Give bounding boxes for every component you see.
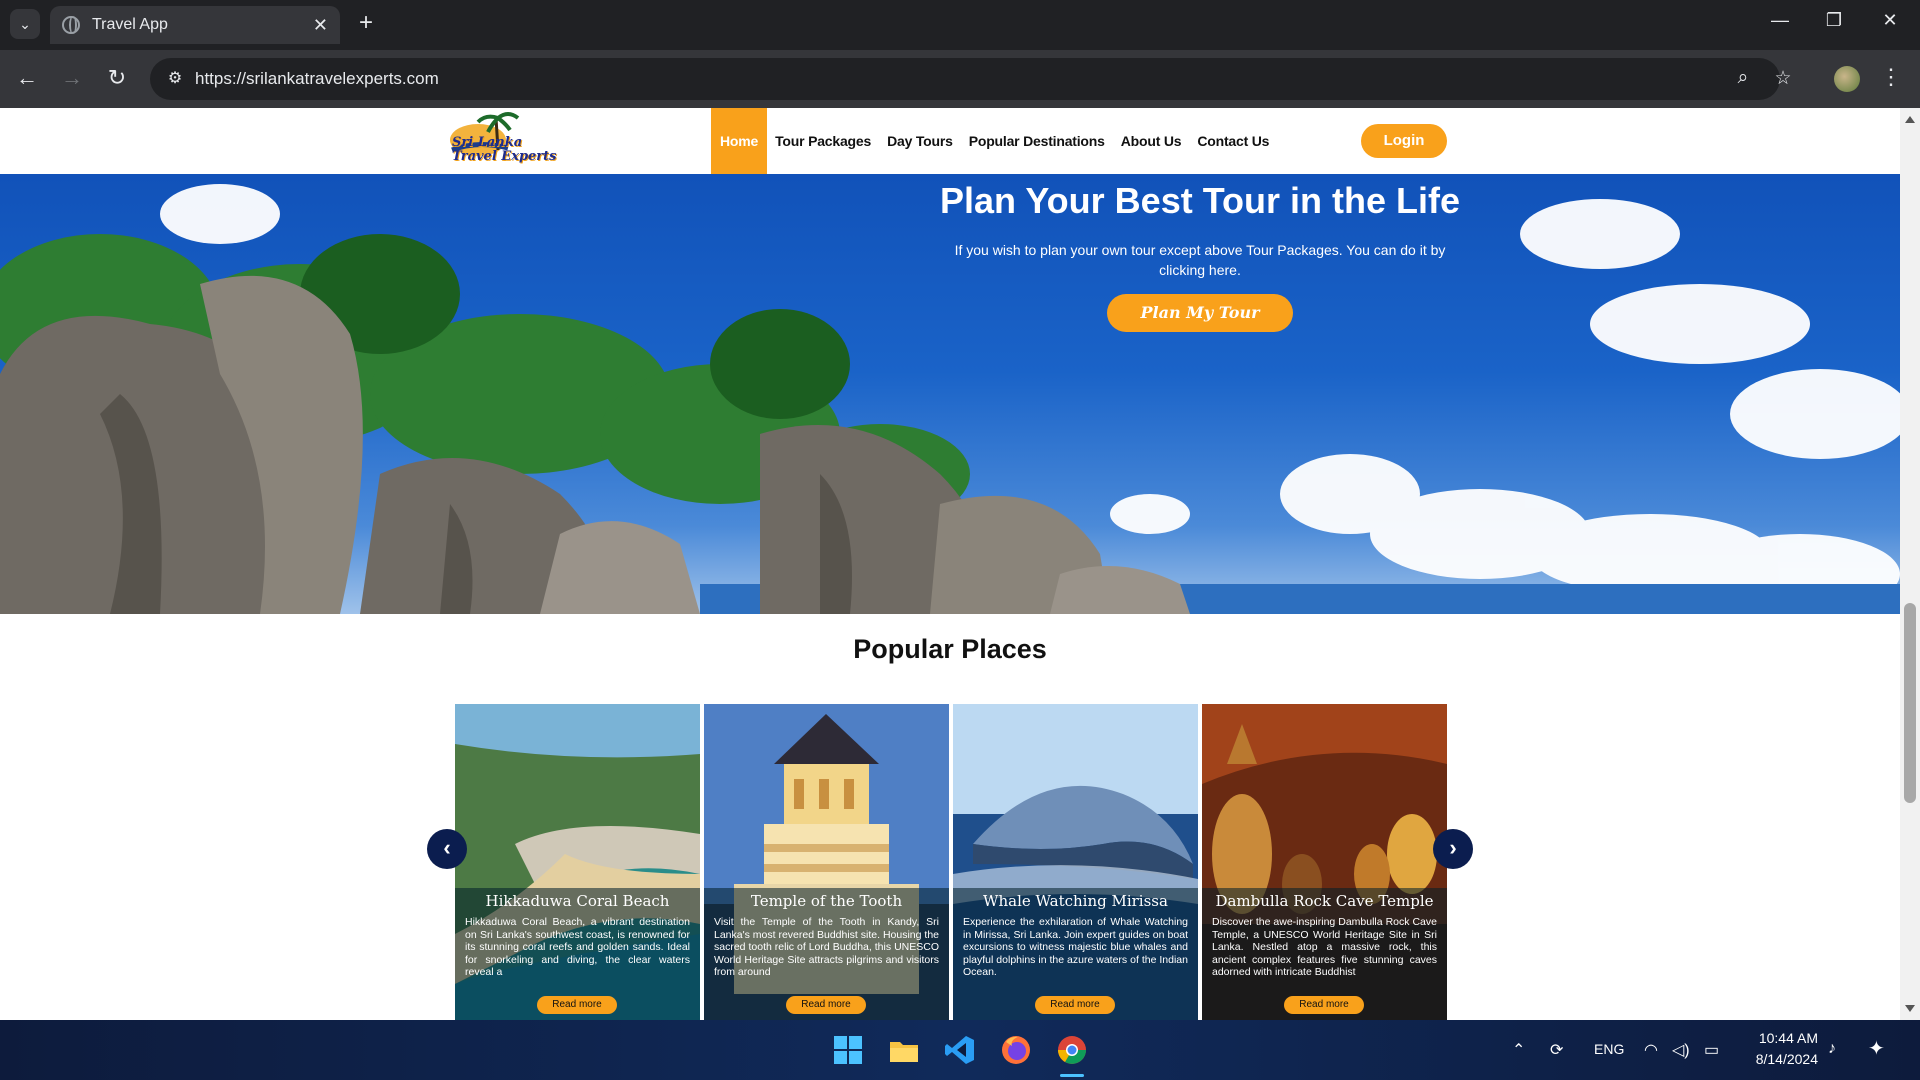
logo-line-1: Sri Lanka <box>452 135 523 150</box>
plan-my-tour-button[interactable]: Plan My Tour <box>1107 294 1293 332</box>
forward-button[interactable]: → <box>57 64 87 94</box>
chevron-up-icon[interactable]: ⌃ <box>1512 1040 1525 1060</box>
nav-tour-packages[interactable]: Tour Packages <box>767 108 879 174</box>
browser-toolbar: ← → ↻ ⚙ https://srilankatravelexperts.co… <box>0 50 1920 108</box>
profile-avatar[interactable] <box>1834 66 1860 92</box>
close-tab-icon[interactable]: ✕ <box>313 15 328 36</box>
place-card-dambulla[interactable]: Dambulla Rock Cave Temple Discover the a… <box>1202 704 1447 1020</box>
chrome-icon[interactable] <box>1056 1034 1088 1066</box>
chevron-right-icon: › <box>1449 835 1457 860</box>
language-indicator[interactable]: ENG <box>1594 1041 1624 1057</box>
hero-title: Plan Your Best Tour in the Life <box>939 180 1461 221</box>
wifi-icon[interactable]: ◠ <box>1644 1040 1658 1060</box>
zoom-icon[interactable]: ⌕ <box>1730 67 1756 91</box>
logo-line-2: Travel Experts <box>452 149 557 164</box>
scroll-up-arrow[interactable] <box>1905 116 1915 123</box>
windows-start-icon[interactable] <box>832 1034 864 1066</box>
close-window-button[interactable]: ✕ <box>1870 10 1910 31</box>
site-info-icon[interactable]: ⚙ <box>164 68 186 90</box>
sync-icon[interactable]: ⟳ <box>1550 1040 1563 1060</box>
main-nav: Home Tour Packages Day Tours Popular Des… <box>711 108 1277 174</box>
read-more-button[interactable]: Read more <box>1284 996 1364 1014</box>
clock-date[interactable]: 8/14/2024 <box>1740 1051 1818 1067</box>
card-description: Hikkaduwa Coral Beach, a vibrant destina… <box>465 916 690 978</box>
scroll-down-arrow[interactable] <box>1905 1005 1915 1012</box>
place-card-whale-watching[interactable]: Whale Watching Mirissa Experience the ex… <box>953 704 1198 1020</box>
address-bar[interactable]: ⚙ https://srilankatravelexperts.com ⌕ ☆ <box>150 58 1792 100</box>
notification-bell-icon[interactable]: ♪ <box>1828 1040 1836 1058</box>
card-title: Temple of the Tooth <box>750 892 903 910</box>
scroll-thumb[interactable] <box>1904 603 1916 803</box>
site-header: Sri Lanka Travel Experts Home Tour Packa… <box>0 108 1900 174</box>
new-tab-button[interactable]: + <box>352 10 380 38</box>
bookmark-star-icon[interactable]: ☆ <box>1770 67 1796 91</box>
nav-day-tours[interactable]: Day Tours <box>879 108 961 174</box>
page-viewport: Sri Lanka Travel Experts Home Tour Packa… <box>0 108 1900 1020</box>
card-title: Hikkaduwa Coral Beach <box>485 892 670 910</box>
volume-icon[interactable]: ◁) <box>1672 1040 1690 1060</box>
logo-text: Sri Lanka Travel Experts <box>452 136 556 164</box>
login-button[interactable]: Login <box>1361 124 1447 158</box>
globe-icon <box>62 16 80 34</box>
nav-home[interactable]: Home <box>711 108 768 174</box>
card-title: Dambulla Rock Cave Temple <box>1215 892 1434 910</box>
read-more-button[interactable]: Read more <box>786 996 866 1014</box>
browser-menu-icon[interactable]: ⋮ <box>1880 64 1902 90</box>
page-scrollbar[interactable] <box>1900 108 1920 1020</box>
read-more-button[interactable]: Read more <box>1035 996 1115 1014</box>
read-more-button[interactable]: Read more <box>537 996 617 1014</box>
carousel-next-button[interactable]: › <box>1433 829 1473 869</box>
address-url[interactable]: https://srilankatravelexperts.com <box>195 69 439 89</box>
firefox-icon[interactable] <box>1000 1034 1032 1066</box>
nav-contact-us[interactable]: Contact Us <box>1189 108 1277 174</box>
card-description: Visit the Temple of the Tooth in Kandy, … <box>714 916 939 978</box>
browser-tab-bar: ⌄ Travel App ✕ + — ❐ ✕ <box>0 0 1920 50</box>
back-button[interactable]: ← <box>12 64 42 94</box>
card-title: Whale Watching Mirissa <box>983 892 1168 910</box>
windows-taskbar: ⌃ ⟳ ENG ◠ ◁) ▭ 10:44 AM 8/14/2024 ♪ ✦ <box>0 1020 1920 1080</box>
card-description: Experience the exhilaration of Whale Wat… <box>963 916 1188 978</box>
place-card-temple-of-tooth[interactable]: Temple of the Tooth Visit the Temple of … <box>704 704 949 1020</box>
hero-subtitle: If you wish to plan your own tour except… <box>954 242 1446 278</box>
restore-button[interactable]: ❐ <box>1814 10 1854 31</box>
file-explorer-icon[interactable] <box>888 1034 920 1066</box>
active-app-indicator <box>1060 1074 1084 1077</box>
card-description: Discover the awe-inspiring Dambulla Rock… <box>1212 916 1437 978</box>
clock-time[interactable]: 10:44 AM <box>1748 1030 1818 1046</box>
chevron-left-icon: ‹ <box>443 835 451 860</box>
nav-about-us[interactable]: About Us <box>1113 108 1190 174</box>
copilot-icon[interactable]: ✦ <box>1868 1036 1885 1061</box>
hero-banner: Plan Your Best Tour in the Life If you w… <box>0 174 1900 614</box>
battery-icon[interactable]: ▭ <box>1704 1040 1719 1060</box>
reload-button[interactable]: ↻ <box>102 64 132 94</box>
place-card-hikkaduwa[interactable]: Hikkaduwa Coral Beach Hikkaduwa Coral Be… <box>455 704 700 1020</box>
carousel-prev-button[interactable]: ‹ <box>427 829 467 869</box>
minimize-button[interactable]: — <box>1760 10 1800 31</box>
browser-tab[interactable]: Travel App ✕ <box>50 6 340 44</box>
tab-search-button[interactable]: ⌄ <box>10 9 40 39</box>
tab-title: Travel App <box>92 16 168 33</box>
nav-popular-destinations[interactable]: Popular Destinations <box>961 108 1113 174</box>
popular-places-carousel: Hikkaduwa Coral Beach Hikkaduwa Coral Be… <box>455 704 1449 1020</box>
vscode-icon[interactable] <box>944 1034 976 1066</box>
popular-places-title: Popular Places <box>853 634 1047 664</box>
